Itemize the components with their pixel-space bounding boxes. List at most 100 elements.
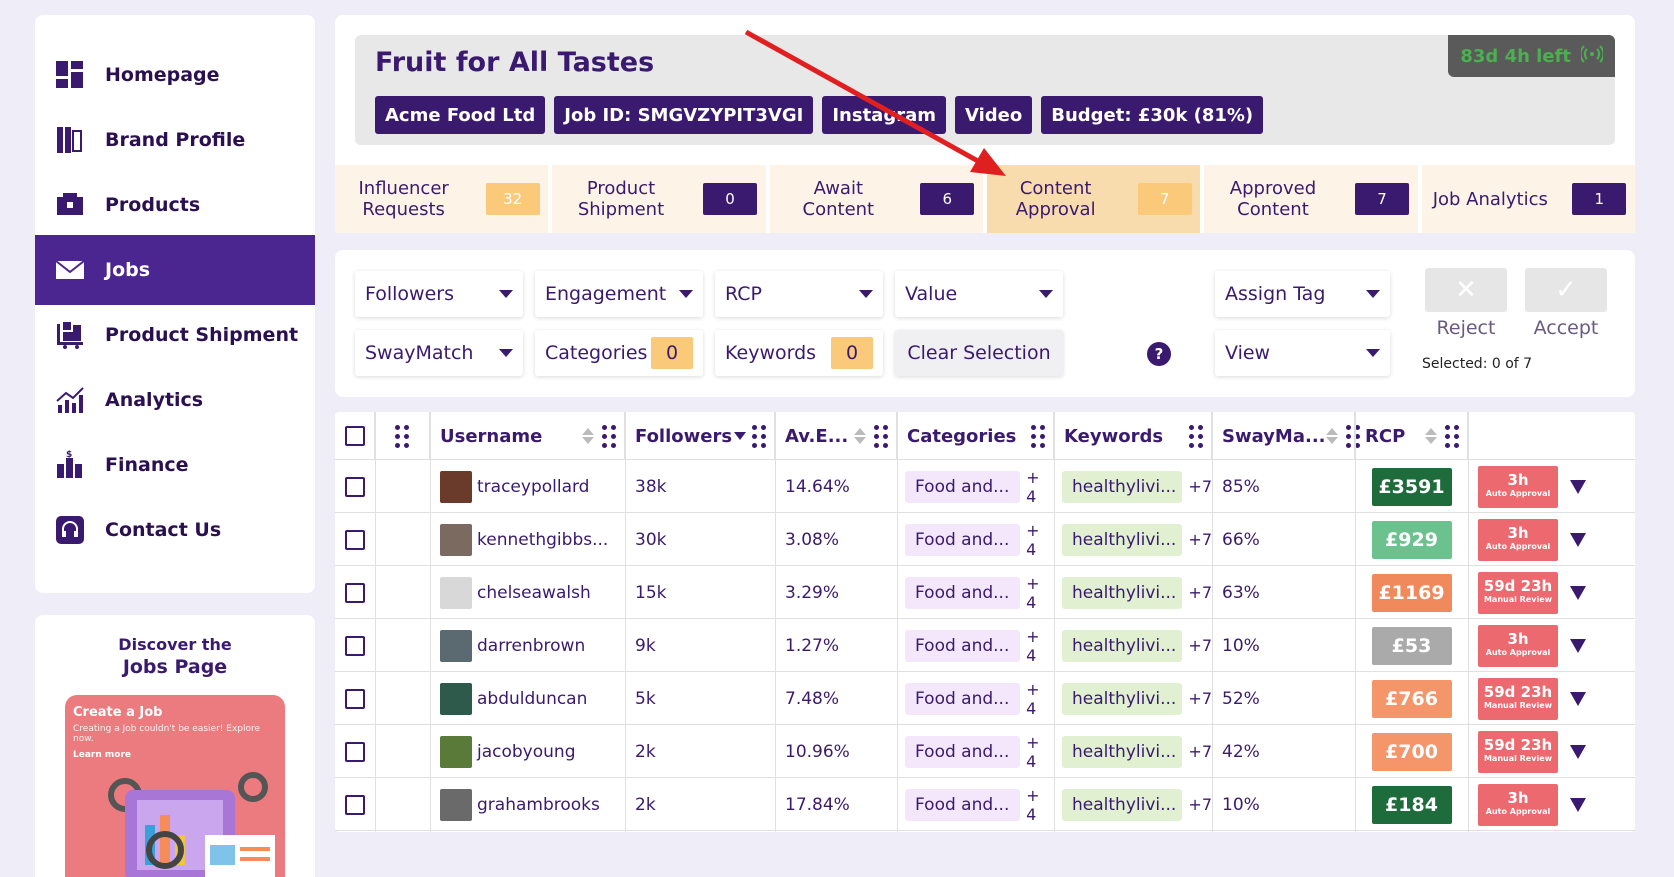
keyword-more[interactable]: +7	[1188, 530, 1212, 549]
category-more[interactable]: + 4	[1026, 468, 1054, 506]
category-more[interactable]: + 4	[1026, 786, 1054, 824]
sidebar-item-finance[interactable]: $ Finance	[35, 430, 315, 500]
reject-button[interactable]: ✕	[1425, 268, 1507, 312]
username-cell[interactable]: jacobyoung	[430, 725, 625, 778]
keyword-more[interactable]: +7	[1188, 689, 1212, 708]
row-checkbox[interactable]	[345, 688, 365, 709]
category-pill[interactable]: Food and...	[905, 682, 1021, 715]
username[interactable]: kennethgibbs...	[477, 530, 608, 550]
sidebar-item-contact-us[interactable]: Contact Us	[35, 495, 315, 565]
sidebar-item-brand-profile[interactable]: Brand Profile	[35, 105, 315, 175]
keyword-pill[interactable]: healthylivi...	[1062, 470, 1183, 503]
tab-product-shipment[interactable]: Product Shipment 0	[552, 165, 770, 233]
row-checkbox[interactable]	[345, 582, 365, 603]
header-keywords[interactable]: Keywords	[1054, 412, 1212, 460]
keyword-pill[interactable]: healthylivi...	[1062, 629, 1183, 662]
category-pill[interactable]: Food and...	[905, 576, 1021, 609]
expand-row-icon[interactable]	[1570, 797, 1586, 812]
drag-handle-icon[interactable]	[1189, 424, 1203, 448]
help-icon[interactable]: ?	[1147, 342, 1171, 366]
username[interactable]: darrenbrown	[477, 636, 585, 656]
drag-handle-icon[interactable]	[752, 424, 766, 448]
row-checkbox[interactable]	[345, 794, 365, 815]
username[interactable]: chelseawalsh	[477, 583, 591, 603]
username-cell[interactable]: darrenbrown	[430, 619, 625, 672]
category-more[interactable]: + 4	[1026, 627, 1054, 665]
drag-handle-icon[interactable]	[602, 424, 616, 448]
category-pill[interactable]: Food and...	[905, 470, 1021, 503]
sidebar-item-products[interactable]: Products	[35, 170, 315, 240]
username-cell[interactable]: abdulduncan	[430, 672, 625, 725]
promo-image[interactable]: Create a Job Creating a Job couldn't be …	[65, 695, 285, 877]
keyword-pill[interactable]: healthylivi...	[1062, 735, 1183, 768]
username[interactable]: abdulduncan	[477, 689, 587, 709]
table-row[interactable]: darrenbrown 9k 1.27% Food and... + 4 healthyl…	[335, 619, 1635, 672]
expand-row-icon[interactable]	[1570, 479, 1586, 494]
keyword-more[interactable]: +7	[1188, 795, 1212, 814]
username-cell[interactable]: grahambrooks	[430, 778, 625, 831]
drag-handle-icon[interactable]	[874, 424, 888, 448]
row-checkbox[interactable]	[345, 741, 365, 762]
row-checkbox[interactable]	[345, 529, 365, 550]
keyword-more[interactable]: +7	[1188, 583, 1212, 602]
expand-row-icon[interactable]	[1570, 638, 1586, 653]
keyword-pill[interactable]: healthylivi...	[1062, 576, 1183, 609]
table-row[interactable]: chelseawalsh 15k 3.29% Food and... + 4 health…	[335, 566, 1635, 619]
keyword-more[interactable]: +7	[1188, 742, 1212, 761]
view-dropdown[interactable]: View	[1215, 330, 1390, 376]
username[interactable]: traceypollard	[477, 477, 589, 497]
expand-row-icon[interactable]	[1570, 532, 1586, 547]
header-username[interactable]: Username	[430, 412, 625, 460]
expand-row-icon[interactable]	[1570, 691, 1586, 706]
sidebar-item-homepage[interactable]: Homepage	[35, 40, 315, 110]
sort-icon[interactable]	[1325, 428, 1338, 444]
table-row[interactable]: traceypollard 38k 14.64% Food and... + 4 heal…	[335, 460, 1635, 513]
category-more[interactable]: + 4	[1026, 521, 1054, 559]
select-all-checkbox[interactable]	[344, 426, 365, 446]
sidebar-item-product-shipment[interactable]: Product Shipment	[35, 300, 315, 370]
tab-influencer-requests[interactable]: Influencer Requests 32	[335, 165, 553, 233]
expand-row-icon[interactable]	[1570, 744, 1586, 759]
sidebar-item-analytics[interactable]: Analytics	[35, 365, 315, 435]
header-categories[interactable]: Categories	[897, 412, 1054, 460]
username[interactable]: grahambrooks	[477, 795, 600, 815]
header-swaymatch[interactable]: SwayMa...	[1212, 412, 1360, 460]
expand-row-icon[interactable]	[1570, 585, 1586, 600]
keyword-more[interactable]: +7	[1188, 477, 1212, 496]
clear-selection-button[interactable]: Clear Selection	[895, 330, 1063, 376]
header-engagement[interactable]: Av.E...	[775, 412, 897, 460]
sort-icon[interactable]	[854, 428, 866, 444]
table-row[interactable]: abdulduncan 5k 7.48% Food and... + 4 healthyl…	[335, 672, 1635, 725]
sort-desc-icon[interactable]	[734, 432, 747, 440]
table-row[interactable]: kennethgibbs... 30k 3.08% Food and... + 4 hea…	[335, 513, 1635, 566]
category-more[interactable]: + 4	[1026, 680, 1054, 718]
rcp-dropdown[interactable]: RCP	[715, 271, 883, 317]
header-followers[interactable]: Followers	[625, 412, 775, 460]
assign-tag-dropdown[interactable]: Assign Tag	[1215, 271, 1390, 317]
table-row[interactable]: grahambrooks 2k 17.84% Food and... + 4 health…	[335, 778, 1635, 831]
category-pill[interactable]: Food and...	[905, 629, 1021, 662]
promo-card-link[interactable]: Learn more	[73, 750, 277, 760]
tab-await-content[interactable]: Await Content 6	[769, 165, 987, 233]
sort-icon[interactable]	[582, 428, 594, 444]
drag-handle-icon[interactable]	[1031, 424, 1045, 448]
row-checkbox[interactable]	[345, 476, 365, 497]
engagement-dropdown[interactable]: Engagement	[535, 271, 703, 317]
keyword-pill[interactable]: healthylivi...	[1062, 788, 1183, 821]
keyword-more[interactable]: +7	[1188, 636, 1212, 655]
category-more[interactable]: + 4	[1026, 733, 1054, 771]
category-pill[interactable]: Food and...	[905, 523, 1021, 556]
followers-dropdown[interactable]: Followers	[355, 271, 523, 317]
tab-approved-content[interactable]: Approved Content 7	[1204, 165, 1422, 233]
header-rcp[interactable]: RCP	[1355, 412, 1468, 460]
category-pill[interactable]: Food and...	[905, 788, 1021, 821]
username-cell[interactable]: traceypollard	[430, 460, 625, 513]
swaymatch-dropdown[interactable]: SwayMatch	[355, 330, 523, 376]
category-more[interactable]: + 4	[1026, 574, 1054, 612]
keywords-filter[interactable]: Keywords 0	[715, 330, 883, 376]
sidebar-item-jobs[interactable]: Jobs	[35, 235, 315, 305]
tab-job-analytics[interactable]: Job Analytics 1	[1421, 165, 1635, 233]
category-pill[interactable]: Food and...	[905, 735, 1021, 768]
username-cell[interactable]: kennethgibbs...	[430, 513, 625, 566]
table-row[interactable]: jacobyoung 2k 10.96% Food and... + 4 healthyl…	[335, 725, 1635, 778]
